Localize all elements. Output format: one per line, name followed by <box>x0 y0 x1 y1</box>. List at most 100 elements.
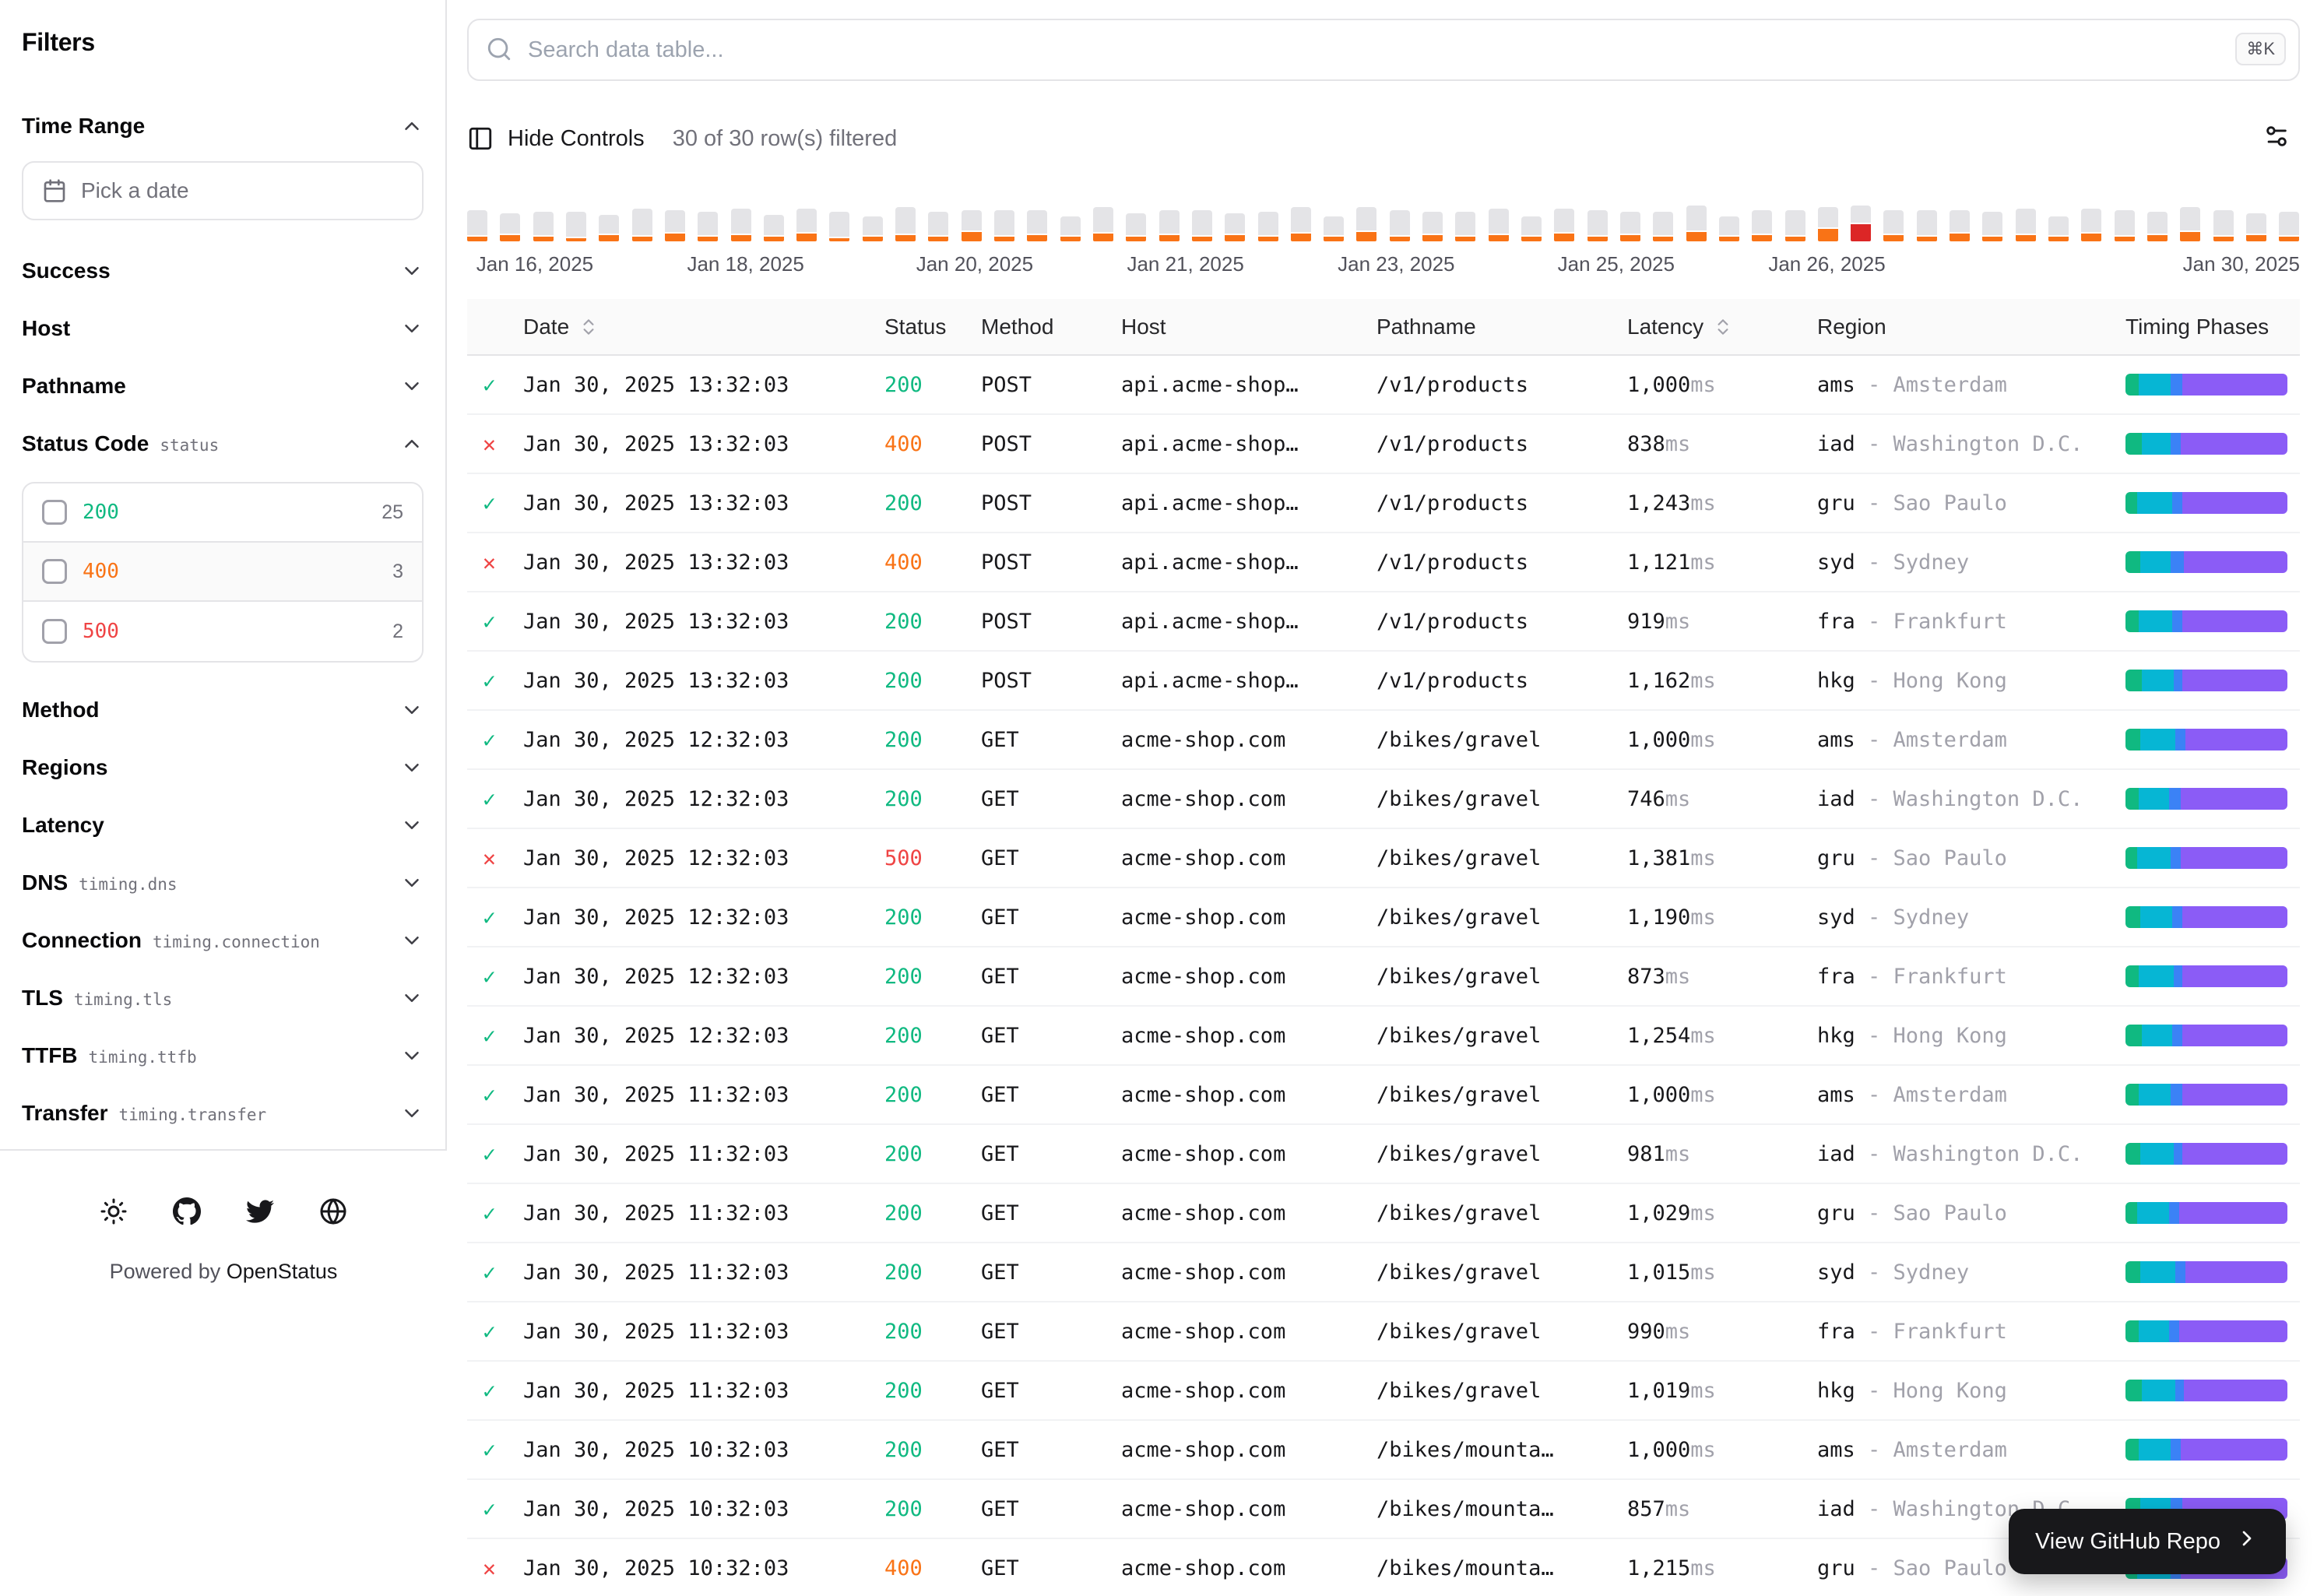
chart-bar[interactable] <box>1060 216 1081 241</box>
table-row[interactable]: ✓Jan 30, 2025 10:32:03200GETacme-shop.co… <box>467 1420 2300 1479</box>
table-row[interactable]: ✓Jan 30, 2025 12:32:03200GETacme-shop.co… <box>467 888 2300 947</box>
chart-bar[interactable] <box>731 209 751 241</box>
hide-controls-button[interactable]: Hide Controls <box>467 125 645 152</box>
chart-bar[interactable] <box>962 210 982 241</box>
openstatus-link[interactable]: OpenStatus <box>227 1260 338 1283</box>
filter-group-header-method[interactable]: Method <box>22 681 424 739</box>
view-options-button[interactable] <box>2253 115 2300 162</box>
chart-bar[interactable] <box>1159 210 1180 241</box>
view-github-repo-button[interactable]: View GitHub Repo <box>2009 1509 2286 1574</box>
filter-group-header-transfer[interactable]: Transfertiming.transfer <box>22 1085 424 1142</box>
checkbox[interactable] <box>42 500 67 525</box>
date-picker-button[interactable]: Pick a date <box>22 161 424 220</box>
filter-group-header-latency[interactable]: Latency <box>22 796 424 854</box>
table-row[interactable]: ✓Jan 30, 2025 13:32:03200POSTapi.acme-sh… <box>467 355 2300 414</box>
table-row[interactable]: ✓Jan 30, 2025 12:32:03200GETacme-shop.co… <box>467 947 2300 1006</box>
chart-bar[interactable] <box>1686 206 1707 241</box>
filter-group-header-success[interactable]: Success <box>22 242 424 300</box>
chart-bar[interactable] <box>566 212 586 241</box>
table-row[interactable]: ✓Jan 30, 2025 12:32:03200GETacme-shop.co… <box>467 769 2300 828</box>
table-row[interactable]: ✓Jan 30, 2025 12:32:03200GETacme-shop.co… <box>467 1006 2300 1065</box>
col-date[interactable]: Date <box>511 299 872 355</box>
chart-bar[interactable] <box>1422 212 1443 241</box>
sun-icon[interactable] <box>100 1197 128 1225</box>
chart-bar[interactable] <box>1093 207 1113 241</box>
checkbox[interactable] <box>42 619 67 644</box>
chart-bar[interactable] <box>2048 216 2069 241</box>
chart-bar[interactable] <box>533 212 554 241</box>
table-row[interactable]: ✓Jan 30, 2025 11:32:03200GETacme-shop.co… <box>467 1065 2300 1124</box>
chart-bar[interactable] <box>1851 206 1871 241</box>
chart-bar[interactable] <box>1225 213 1245 241</box>
filter-group-header-tls[interactable]: TLStiming.tls <box>22 969 424 1027</box>
chart-bar[interactable] <box>1917 210 1937 241</box>
chart-bar[interactable] <box>1291 207 1311 241</box>
table-row[interactable]: ✓Jan 30, 2025 11:32:03200GETacme-shop.co… <box>467 1243 2300 1302</box>
chart-bar[interactable] <box>1883 210 1904 241</box>
status-filter-200[interactable]: 20025 <box>23 483 422 543</box>
sort-icon[interactable] <box>578 317 599 337</box>
chart-bar[interactable] <box>994 210 1014 241</box>
filter-group-header-status-code[interactable]: Status Codestatus <box>22 415 424 473</box>
chart-bar[interactable] <box>467 210 487 241</box>
table-row[interactable]: ✕Jan 30, 2025 12:32:03500GETacme-shop.co… <box>467 828 2300 888</box>
table-row[interactable]: ✓Jan 30, 2025 13:32:03200POSTapi.acme-sh… <box>467 592 2300 651</box>
chart-bar[interactable] <box>1027 210 1047 241</box>
table-row[interactable]: ✕Jan 30, 2025 13:32:03400POSTapi.acme-sh… <box>467 414 2300 473</box>
filter-group-header-time-range[interactable]: Time Range <box>22 97 424 155</box>
chart-bar[interactable] <box>796 209 817 241</box>
chart-bar[interactable] <box>500 213 520 241</box>
chart-bar[interactable] <box>1982 212 2002 241</box>
chart-bar[interactable] <box>1390 210 1410 241</box>
chart-bar[interactable] <box>1950 210 1970 241</box>
table-row[interactable]: ✓Jan 30, 2025 11:32:03200GETacme-shop.co… <box>467 1302 2300 1361</box>
chart-bar[interactable] <box>1258 212 1278 241</box>
filter-group-header-connection[interactable]: Connectiontiming.connection <box>22 912 424 969</box>
status-filter-500[interactable]: 5002 <box>23 602 422 661</box>
chart-bar[interactable] <box>1324 216 1344 241</box>
chart-bar[interactable] <box>895 207 916 241</box>
filter-group-header-ttfb[interactable]: TTFBtiming.ttfb <box>22 1027 424 1085</box>
chart-bar[interactable] <box>2147 212 2168 241</box>
sort-icon[interactable] <box>1713 317 1733 337</box>
chart-bar[interactable] <box>1620 212 1640 241</box>
chart-bar[interactable] <box>863 216 883 241</box>
status-filter-400[interactable]: 4003 <box>23 543 422 602</box>
chart-bar[interactable] <box>2115 210 2135 241</box>
table-row[interactable]: ✓Jan 30, 2025 11:32:03200GETacme-shop.co… <box>467 1183 2300 1243</box>
table-row[interactable]: ✓Jan 30, 2025 13:32:03200POSTapi.acme-sh… <box>467 651 2300 710</box>
table-row[interactable]: ✕Jan 30, 2025 13:32:03400POSTapi.acme-sh… <box>467 533 2300 592</box>
table-row[interactable]: ✓Jan 30, 2025 11:32:03200GETacme-shop.co… <box>467 1361 2300 1420</box>
chart-bar[interactable] <box>1455 212 1475 241</box>
chart-bar[interactable] <box>1818 207 1838 241</box>
chart-bar[interactable] <box>1126 213 1146 241</box>
chart-bar[interactable] <box>928 212 948 241</box>
chart-bar[interactable] <box>1587 210 1608 241</box>
checkbox[interactable] <box>42 559 67 584</box>
search-input[interactable] <box>467 19 2300 81</box>
chart-bar[interactable] <box>1489 209 1509 241</box>
twitter-icon[interactable] <box>246 1197 274 1225</box>
chart-bar[interactable] <box>2016 209 2036 241</box>
chart-bar[interactable] <box>2279 212 2299 241</box>
chart-bar[interactable] <box>829 212 849 241</box>
chart-bar[interactable] <box>1356 207 1376 241</box>
chart-bar[interactable] <box>599 215 619 241</box>
globe-icon[interactable] <box>319 1197 347 1225</box>
chart-bar[interactable] <box>1554 209 1574 241</box>
chart-bar[interactable] <box>1719 216 1739 241</box>
chart-bar[interactable] <box>1785 210 1805 241</box>
table-row[interactable]: ✓Jan 30, 2025 13:32:03200POSTapi.acme-sh… <box>467 473 2300 533</box>
chart-bar[interactable] <box>632 209 652 241</box>
table-row[interactable]: ✓Jan 30, 2025 11:32:03200GETacme-shop.co… <box>467 1124 2300 1183</box>
chart-bar[interactable] <box>2246 213 2266 241</box>
col-latency[interactable]: Latency <box>1615 299 1805 355</box>
chart-bar[interactable] <box>665 210 685 241</box>
chart-bar[interactable] <box>1192 210 1212 241</box>
filter-group-header-host[interactable]: Host <box>22 300 424 357</box>
chart-bar[interactable] <box>1521 216 1542 241</box>
chart-bar[interactable] <box>1752 210 1772 241</box>
chart-bar[interactable] <box>698 212 718 241</box>
github-icon[interactable] <box>173 1197 201 1225</box>
chart-bar[interactable] <box>1653 212 1673 241</box>
